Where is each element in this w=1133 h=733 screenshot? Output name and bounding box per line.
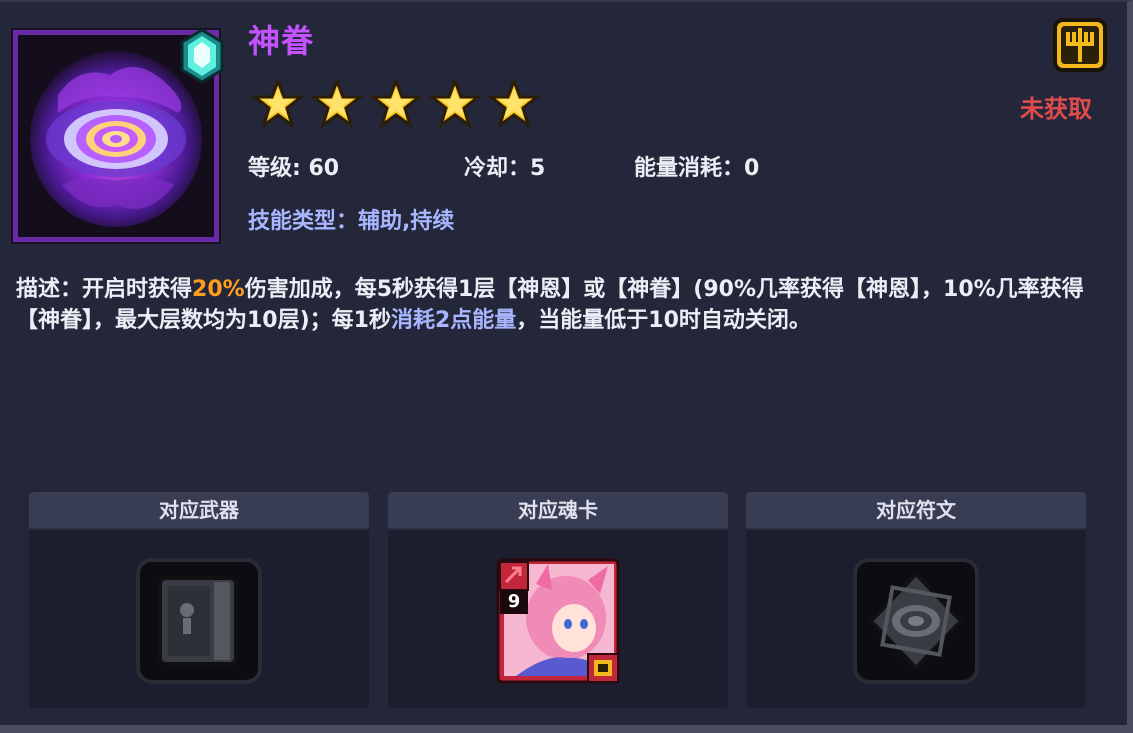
star-icon: [311, 78, 363, 129]
skill-description: 描述：开启时获得20%伤害加成，每5秒获得1层【神恩】或【神眷】(90%几率获得…: [16, 274, 1108, 336]
soul-card[interactable]: 9: [496, 558, 620, 684]
slot-title: 对应武器: [29, 492, 369, 530]
slot-title: 对应符文: [746, 492, 1086, 530]
energy-cost-stat: 能量消耗：0: [634, 156, 760, 181]
desc-prefix: 描述：开启时获得: [16, 277, 193, 302]
diamond-gem-icon: [180, 28, 224, 84]
soul-card-slot[interactable]: 对应魂卡 9: [388, 492, 728, 708]
desc-cost: 消耗2点能量: [390, 308, 517, 333]
level-stat: 等级: 60: [248, 156, 340, 181]
cooldown-stat: 冷却：5: [464, 156, 546, 181]
status-label: 未获取: [1020, 95, 1092, 123]
skill-detail-panel: 神眷 等级: 60 冷却：5 能量消耗：0 技能类型：辅助,持续 未获取 描述：…: [0, 0, 1133, 733]
star-rating: [252, 78, 540, 130]
skill-type: 技能类型：辅助,持续: [248, 209, 455, 234]
skill-name: 神眷: [248, 22, 315, 60]
star-icon: [429, 78, 481, 129]
star-icon: [488, 78, 540, 129]
desc-bonus: 20%: [192, 277, 245, 302]
rune-diamond-icon[interactable]: [853, 558, 979, 684]
trident-badge-icon[interactable]: [1053, 18, 1107, 72]
card-level-badge: 9: [507, 591, 521, 612]
star-icon: [370, 78, 422, 129]
slot-title: 对应魂卡: [388, 492, 728, 530]
rune-slot[interactable]: 对应符文: [746, 492, 1086, 708]
weapon-slot[interactable]: 对应武器: [29, 492, 369, 708]
weapon-book-icon[interactable]: [136, 558, 262, 684]
soul-card-art: [496, 558, 620, 684]
desc-part2: ，当能量低于10时自动关闭。: [516, 308, 811, 333]
star-icon: [252, 78, 304, 129]
